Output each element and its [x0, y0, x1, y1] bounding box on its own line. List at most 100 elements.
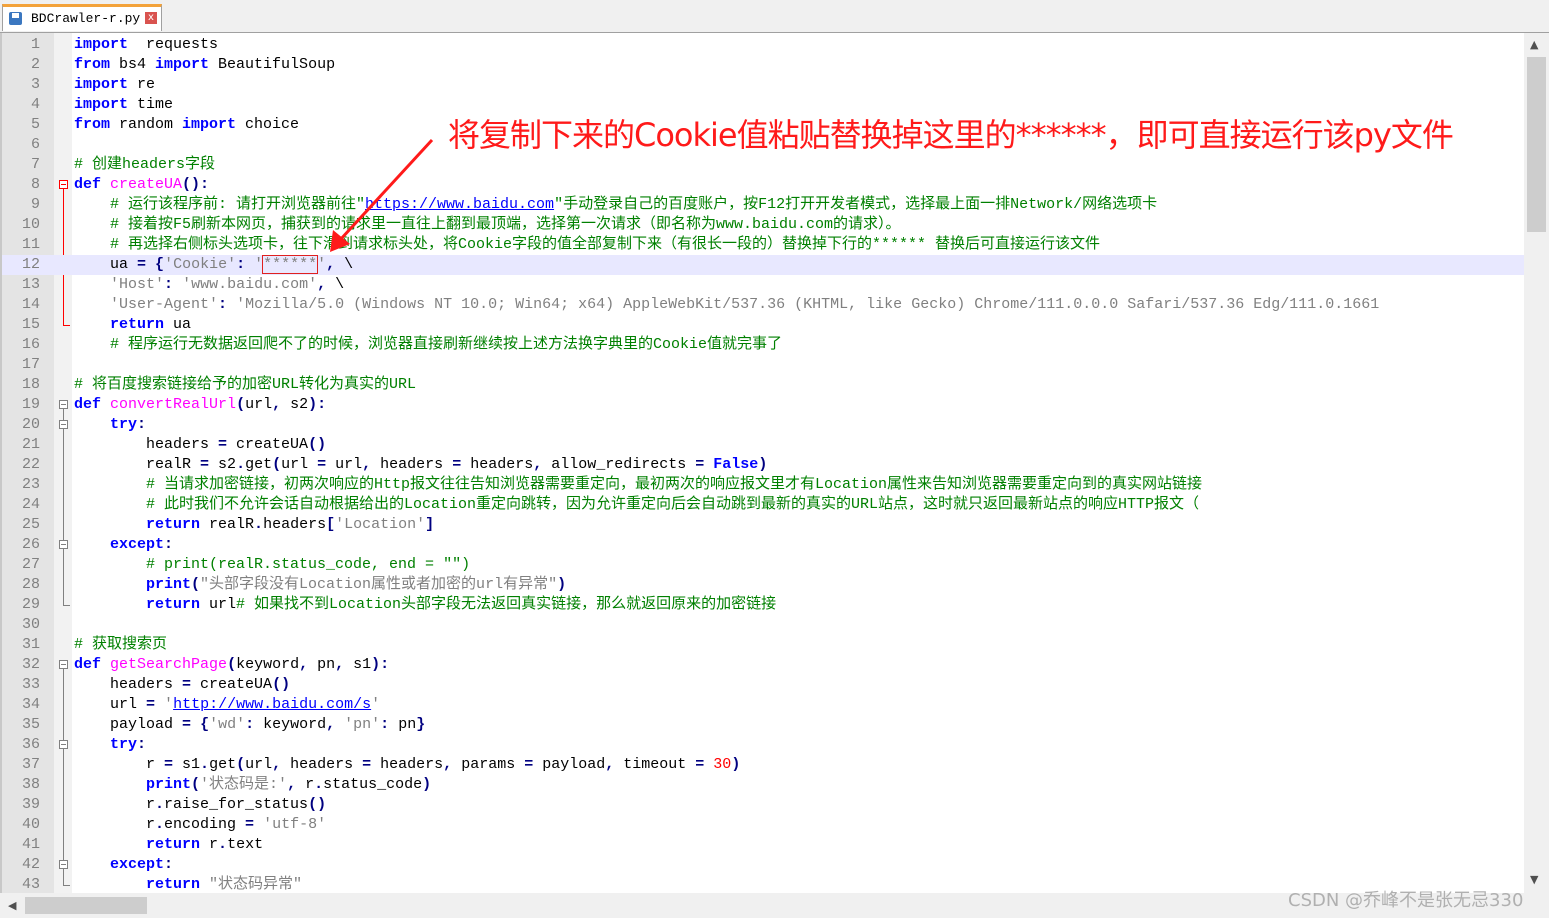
scroll-left-icon[interactable]: ◀: [8, 899, 16, 912]
line-number: 30: [21, 616, 40, 633]
line-number: 39: [21, 796, 40, 813]
code-line[interactable]: 40 r.encoding = 'utf-8': [2, 815, 1524, 835]
code-token: =: [146, 696, 156, 713]
code-line[interactable]: 41 return r.text: [2, 835, 1524, 855]
code-token: # 将百度搜索链接给予的加密URL转化为真实的URL: [74, 376, 417, 393]
line-text: from bs4 import BeautifulSoup: [74, 55, 335, 75]
code-line[interactable]: 13 'Host': 'www.baidu.com', \: [2, 275, 1524, 295]
horizontal-scroll-thumb[interactable]: [25, 897, 147, 914]
code-token: url: [326, 456, 363, 473]
line-text: return realR.headers['Location']: [74, 515, 434, 535]
code-token: s1: [344, 656, 372, 673]
line-text: headers = createUA(): [74, 675, 290, 695]
code-token: createUA: [227, 436, 309, 453]
code-line[interactable]: 9 # 运行该程序前: 请打开浏览器前往"https://www.baidu.c…: [2, 195, 1524, 215]
code-line[interactable]: 10 # 接着按F5刷新本网页，捕获到的请求里一直往上翻到最顶端，选择第一次请求…: [2, 215, 1524, 235]
code-token: "手动登录自己的百度账户，按F12打开开发者模式，选择最上面一排Network/…: [554, 196, 1158, 213]
code-line[interactable]: 19 def convertRealUrl(url, s2):: [2, 395, 1524, 415]
code-line[interactable]: 31 # 获取搜索页: [2, 635, 1524, 655]
line-text: def createUA():: [74, 175, 209, 195]
code-token: ):: [308, 396, 327, 413]
line-text: r = s1.get(url, headers = headers, param…: [74, 755, 740, 775]
code-token: return: [146, 836, 201, 853]
code-token: :: [164, 856, 174, 873]
file-tab[interactable]: BDCrawler-r.py x: [2, 4, 162, 31]
line-number: 23: [21, 476, 40, 493]
line-number: 28: [21, 576, 40, 593]
code-line[interactable]: 7 # 创建headers字段: [2, 155, 1524, 175]
code-token: # 当请求加密链接，初两次响应的Http报文往往告知浏览器需要重定向，最初两次的…: [146, 476, 1203, 493]
code-line[interactable]: 23 # 当请求加密链接，初两次响应的Http报文往往告知浏览器需要重定向，最初…: [2, 475, 1524, 495]
code-token: (): [308, 796, 327, 813]
code-token: =: [182, 716, 192, 733]
code-token: r: [200, 836, 219, 853]
vertical-scroll-thumb[interactable]: [1527, 57, 1546, 232]
code-line[interactable]: 24 # 此时我们不允许会话自动根据给出的Location重定向跳转，因为允许重…: [2, 495, 1524, 515]
line-text: # 再选择右侧标头选项卡，往下滑到请求标头处，将Cookie字段的值全部复制下来…: [74, 235, 1100, 255]
code-line[interactable]: 30: [2, 615, 1524, 635]
code-token: keyword: [254, 716, 327, 733]
line-number: 11: [21, 236, 40, 253]
scroll-up-icon[interactable]: ▲: [1530, 38, 1538, 51]
code-token: s2: [209, 456, 237, 473]
code-line[interactable]: 32 def getSearchPage(keyword, pn, s1):: [2, 655, 1524, 675]
line-text: # 程序运行无数据返回爬不了的时候，浏览器直接刷新继续按上述方法换字典里的Coo…: [74, 335, 782, 355]
code-line[interactable]: 11 # 再选择右侧标头选项卡，往下滑到请求标头处，将Cookie字段的值全部复…: [2, 235, 1524, 255]
code-line[interactable]: 27 # print(realR.status_code, end = ""): [2, 555, 1524, 575]
code-line[interactable]: 37 r = s1.get(url, headers = headers, pa…: [2, 755, 1524, 775]
code-line[interactable]: 38 print('状态码是:', r.status_code): [2, 775, 1524, 795]
code-line[interactable]: 42 except:: [2, 855, 1524, 875]
code-line[interactable]: 8 def createUA():: [2, 175, 1524, 195]
close-icon[interactable]: x: [145, 12, 157, 24]
code-token: ,: [533, 456, 543, 473]
vertical-scrollbar[interactable]: ▲ ▼: [1524, 33, 1549, 893]
code-line[interactable]: 20 try:: [2, 415, 1524, 435]
code-token: # print(realR.status_code, end = ""): [146, 556, 471, 573]
code-line[interactable]: 39 r.raise_for_status(): [2, 795, 1524, 815]
code-line[interactable]: 29 return url# 如果找不到Location头部字段无法返回真实链接…: [2, 595, 1524, 615]
code-line[interactable]: 18 # 将百度搜索链接给予的加密URL转化为真实的URL: [2, 375, 1524, 395]
line-text: def getSearchPage(keyword, pn, s1):: [74, 655, 389, 675]
code-token: =: [524, 756, 534, 773]
code-editor[interactable]: 1 import requests 2 from bs4 import Beautif…: [0, 33, 1524, 893]
code-token: headers: [371, 456, 453, 473]
code-token: (): [308, 436, 327, 453]
code-line[interactable]: 34 url = 'http://www.baidu.com/s': [2, 695, 1524, 715]
code-token: import: [74, 76, 129, 93]
scroll-down-icon[interactable]: ▼: [1530, 873, 1538, 886]
code-line[interactable]: 12 ua = {'Cookie': '******', \: [2, 255, 1524, 275]
line-number: 35: [21, 716, 40, 733]
code-token: .: [218, 836, 228, 853]
code-token: http://www.baidu.com/s: [173, 696, 372, 713]
code-token: 'User-Agent': [110, 296, 219, 313]
code-line[interactable]: 2 from bs4 import BeautifulSoup: [2, 55, 1524, 75]
code-token: return: [110, 316, 165, 333]
code-token: ,: [326, 256, 336, 273]
code-line[interactable]: 25 return realR.headers['Location']: [2, 515, 1524, 535]
code-line[interactable]: 22 realR = s2.get(url = url, headers = h…: [2, 455, 1524, 475]
code-line[interactable]: 21 headers = createUA(): [2, 435, 1524, 455]
code-line[interactable]: 35 payload = {'wd': keyword, 'pn': pn}: [2, 715, 1524, 735]
code-line[interactable]: 3 import re: [2, 75, 1524, 95]
code-line[interactable]: 33 headers = createUA(): [2, 675, 1524, 695]
line-text: # 此时我们不允许会话自动根据给出的Location重定向跳转，因为允许重定向后…: [74, 495, 1199, 515]
code-line[interactable]: 14 'User-Agent': 'Mozilla/5.0 (Windows N…: [2, 295, 1524, 315]
code-line[interactable]: 16 # 程序运行无数据返回爬不了的时候，浏览器直接刷新继续按上述方法换字典里的…: [2, 335, 1524, 355]
code-line[interactable]: 36 try:: [2, 735, 1524, 755]
code-token: createUA: [191, 676, 273, 693]
line-text: try:: [74, 415, 146, 435]
code-line[interactable]: 1 import requests: [2, 35, 1524, 55]
code-line[interactable]: 15 return ua: [2, 315, 1524, 335]
code-line[interactable]: 17: [2, 355, 1524, 375]
code-line[interactable]: 28 print("头部字段没有Location属性或者加密的url有异常"): [2, 575, 1524, 595]
code-token: # 接着按F5刷新本网页，捕获到的请求里一直往上翻到最顶端，选择第一次请求（即名…: [110, 216, 901, 233]
code-line[interactable]: 26 except:: [2, 535, 1524, 555]
code-token: r: [74, 756, 165, 773]
